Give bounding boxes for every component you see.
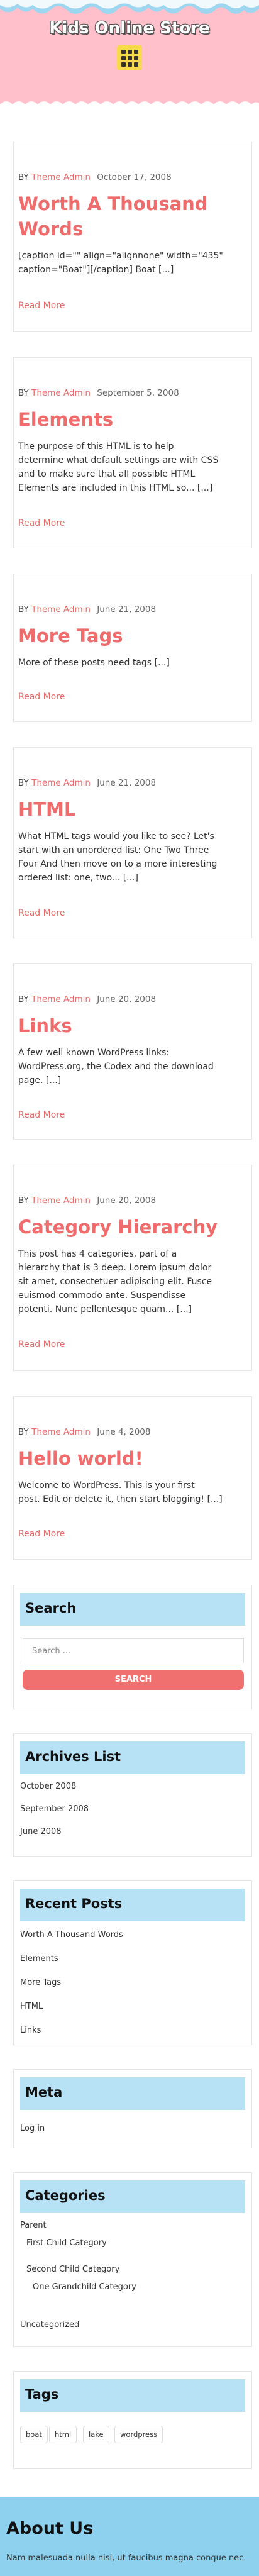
post-author-link[interactable]: Theme Admin <box>31 604 91 614</box>
footer-title: About Us <box>6 2519 94 2538</box>
menu-toggle-button[interactable] <box>117 45 142 70</box>
widget-title: Recent Posts <box>20 1889 245 1921</box>
footer-text: Nam malesuada nulla nisi, ut faucibus ma… <box>6 2553 246 2563</box>
post-title-link[interactable]: Hello world! <box>18 1446 245 1471</box>
tag-link[interactable]: wordpress <box>114 2426 163 2443</box>
recent-post-link[interactable]: More Tags <box>20 1978 61 1987</box>
post-card: BY Theme Admin June 21, 2008 More Tags M… <box>13 574 252 722</box>
post-meta: BY Theme Admin June 20, 2008 <box>18 994 156 1004</box>
post-meta: BY Theme Admin October 17, 2008 <box>18 172 172 182</box>
post-author-link[interactable]: Theme Admin <box>31 388 91 398</box>
post-card: BY Theme Admin September 5, 2008 Element… <box>13 357 252 548</box>
post-card: BY Theme Admin October 17, 2008 Worth A … <box>13 142 252 332</box>
category-link[interactable]: Parent <box>20 2221 47 2230</box>
search-widget: Search Search ... SEARCH <box>13 1585 252 1709</box>
meta-widget: Meta Log in <box>13 2069 252 2148</box>
read-more-link[interactable]: Read More <box>18 518 65 528</box>
post-date-link[interactable]: October 17, 2008 <box>97 172 171 182</box>
archive-link[interactable]: September 2008 <box>20 1804 89 1814</box>
scallop-divider <box>0 101 259 110</box>
search-button[interactable]: SEARCH <box>23 1670 244 1690</box>
post-meta: BY Theme Admin September 5, 2008 <box>18 388 179 398</box>
read-more-link[interactable]: Read More <box>18 1529 65 1539</box>
post-title-link[interactable]: Category Hierarchy <box>18 1214 245 1240</box>
widget-title: Tags <box>20 2379 245 2412</box>
post-author-link[interactable]: Theme Admin <box>31 778 91 788</box>
read-more-link[interactable]: Read More <box>18 301 65 311</box>
post-meta: BY Theme Admin June 4, 2008 <box>18 1427 150 1437</box>
post-meta: BY Theme Admin June 21, 2008 <box>18 604 156 614</box>
post-card: BY Theme Admin June 21, 2008 HTML What H… <box>13 747 252 938</box>
tags-widget: Tags boat html lake wordpress <box>13 2371 252 2469</box>
post-excerpt: What HTML tags would you like to see? Le… <box>18 831 218 883</box>
post-by-label: BY <box>18 994 29 1004</box>
widget-title: Archives List <box>20 1741 245 1774</box>
login-link[interactable]: Log in <box>20 2124 45 2133</box>
search-input[interactable]: Search ... <box>23 1638 244 1663</box>
widget-title: Meta <box>20 2077 245 2110</box>
post-author-link[interactable]: Theme Admin <box>31 1196 91 1206</box>
recent-post-link[interactable]: Links <box>20 2026 41 2035</box>
post-author-link[interactable]: Theme Admin <box>31 994 91 1004</box>
category-link[interactable]: Second Child Category <box>26 2265 119 2274</box>
site-header: Kids Online Store <box>0 0 259 110</box>
tag-link[interactable]: html <box>49 2426 77 2443</box>
read-more-link[interactable]: Read More <box>18 1110 65 1120</box>
post-title-link[interactable]: Worth A Thousand Words <box>18 191 245 242</box>
post-meta: BY Theme Admin June 20, 2008 <box>18 1196 156 1206</box>
post-author-link[interactable]: Theme Admin <box>31 172 91 182</box>
category-link[interactable]: One Grandchild Category <box>33 2282 136 2292</box>
post-date-link[interactable]: June 21, 2008 <box>97 604 156 614</box>
site-footer: About Us Nam malesuada nulla nisi, ut fa… <box>0 2497 259 2576</box>
post-excerpt: The purpose of this HTML is to help deter… <box>18 441 219 493</box>
tag-link[interactable]: boat <box>20 2426 48 2443</box>
post-by-label: BY <box>18 1427 29 1437</box>
tag-link[interactable]: lake <box>83 2426 109 2443</box>
recent-posts-widget: Recent Posts Worth A Thousand Words Elem… <box>13 1880 252 2045</box>
post-date-link[interactable]: June 4, 2008 <box>97 1427 150 1437</box>
post-title-link[interactable]: HTML <box>18 797 245 822</box>
post-date-link[interactable]: September 5, 2008 <box>97 388 179 398</box>
widget-title: Search <box>20 1593 245 1626</box>
post-excerpt: More of these posts need tags [...] <box>18 658 170 668</box>
widget-title: Categories <box>20 2180 245 2213</box>
post-excerpt: A few well known WordPress links: WordPre… <box>18 1048 214 1085</box>
post-meta: BY Theme Admin June 21, 2008 <box>18 778 156 788</box>
site-title[interactable]: Kids Online Store <box>0 19 259 38</box>
archives-widget: Archives List October 2008 September 200… <box>13 1733 252 1857</box>
read-more-link[interactable]: Read More <box>18 692 65 702</box>
read-more-link[interactable]: Read More <box>18 908 65 918</box>
post-by-label: BY <box>18 1196 29 1206</box>
post-author-link[interactable]: Theme Admin <box>31 1427 91 1437</box>
post-excerpt: This post has 4 categories, part of a hie… <box>18 1249 212 1314</box>
post-card: BY Theme Admin June 4, 2008 Hello world!… <box>13 1396 252 1560</box>
grid-menu-icon <box>121 49 138 67</box>
post-by-label: BY <box>18 388 29 398</box>
post-date-link[interactable]: June 21, 2008 <box>97 778 156 788</box>
post-excerpt: [caption id="" align="alignnone" width="… <box>18 251 223 275</box>
category-link[interactable]: First Child Category <box>26 2238 107 2248</box>
post-by-label: BY <box>18 604 29 614</box>
post-by-label: BY <box>18 778 29 788</box>
post-title-link[interactable]: More Tags <box>18 623 245 648</box>
archive-link[interactable]: June 2008 <box>20 1827 62 1836</box>
categories-widget: Categories Parent First Child Category S… <box>13 2172 252 2347</box>
post-excerpt: Welcome to WordPress. This is your first… <box>18 1480 223 1504</box>
post-card: BY Theme Admin June 20, 2008 Category Hi… <box>13 1165 252 1371</box>
post-card: BY Theme Admin June 20, 2008 Links A few… <box>13 963 252 1140</box>
read-more-link[interactable]: Read More <box>18 1340 65 1350</box>
post-title-link[interactable]: Links <box>18 1013 245 1038</box>
category-link[interactable]: Uncategorized <box>20 2320 79 2329</box>
recent-post-link[interactable]: Worth A Thousand Words <box>20 1930 123 1940</box>
archive-link[interactable]: October 2008 <box>20 1782 76 1791</box>
post-by-label: BY <box>18 172 29 182</box>
post-title-link[interactable]: Elements <box>18 407 245 432</box>
recent-post-link[interactable]: HTML <box>20 2002 43 2011</box>
cloud-decoration <box>0 0 259 14</box>
post-date-link[interactable]: June 20, 2008 <box>97 994 156 1004</box>
recent-post-link[interactable]: Elements <box>20 1954 58 1963</box>
post-date-link[interactable]: June 20, 2008 <box>97 1196 156 1206</box>
